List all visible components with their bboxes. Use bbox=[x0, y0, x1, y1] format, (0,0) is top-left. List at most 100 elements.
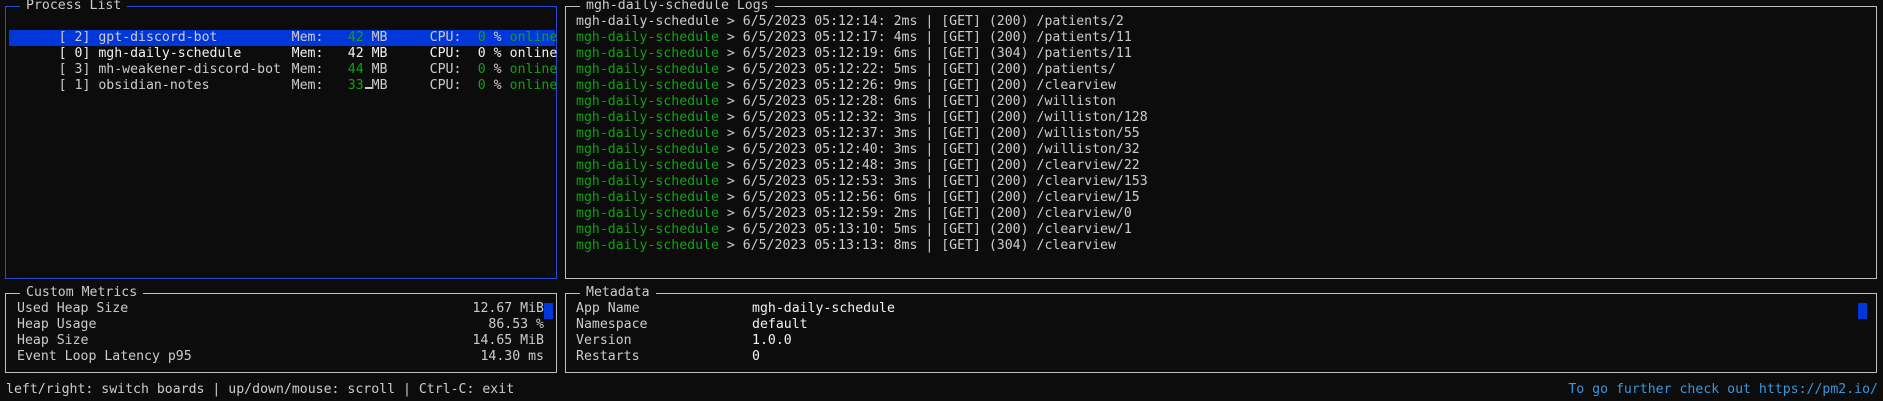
log-line: mgh-daily-schedule > 6/5/2023 05:12:17: … bbox=[576, 30, 1148, 46]
log-app-name: mgh-daily-schedule bbox=[576, 142, 719, 157]
log-app-name: mgh-daily-schedule bbox=[576, 46, 719, 61]
log-app-name: mgh-daily-schedule bbox=[576, 158, 719, 173]
log-app-name: mgh-daily-schedule bbox=[576, 126, 719, 141]
log-line: mgh-daily-schedule > 6/5/2023 05:12:48: … bbox=[576, 158, 1148, 174]
metric-value: 14.65 MiB bbox=[472, 333, 544, 348]
process-label: [ 1] obsidian-notes bbox=[58, 78, 210, 93]
log-app-name: mgh-daily-schedule bbox=[576, 62, 719, 77]
cpu-label: CPU: bbox=[429, 62, 462, 77]
metadata-row: App Name mgh-daily-schedule bbox=[576, 301, 895, 317]
cpu-unit: % bbox=[493, 78, 502, 93]
log-message: > 6/5/2023 05:12:48: 3ms | [GET] (200) /… bbox=[718, 158, 1140, 173]
log-message: > 6/5/2023 05:13:13: 8ms | [GET] (304) /… bbox=[718, 238, 1116, 253]
metric-label: Event Loop Latency p95 bbox=[17, 349, 192, 364]
log-line: mgh-daily-schedule > 6/5/2023 05:12:28: … bbox=[576, 94, 1148, 110]
log-message: > 6/5/2023 05:12:14: 2ms | [GET] (200) /… bbox=[718, 14, 1124, 29]
mem-unit: MB bbox=[371, 46, 388, 61]
metric-value: 14.30 ms bbox=[480, 349, 544, 364]
mem-label: Mem: bbox=[291, 46, 324, 61]
metric-row: Event Loop Latency p95 14.30 ms bbox=[17, 349, 544, 365]
cpu-unit: % bbox=[493, 30, 502, 45]
status-badge: online bbox=[509, 46, 558, 61]
custom-metrics-panel[interactable]: Custom Metrics Used Heap Size 12.67 MiB H… bbox=[5, 285, 557, 373]
log-line: mgh-daily-schedule > 6/5/2023 05:13:10: … bbox=[576, 222, 1148, 238]
log-message: > 6/5/2023 05:12:59: 2ms | [GET] (200) /… bbox=[718, 206, 1132, 221]
process-list-panel[interactable]: Process List [ 2] gpt-discord-bot Mem: 42 … bbox=[5, 0, 558, 279]
pm2-link[interactable]: To go further check out https://pm2.io/ bbox=[1568, 382, 1878, 398]
metadata-title: Metadata bbox=[580, 285, 656, 301]
log-app-name: mgh-daily-schedule bbox=[576, 190, 719, 205]
metadata-label: Namespace bbox=[576, 317, 648, 332]
status-badge: online bbox=[509, 30, 558, 45]
log-line: mgh-daily-schedule > 6/5/2023 05:12:19: … bbox=[576, 46, 1148, 62]
log-app-name: mgh-daily-schedule bbox=[576, 14, 719, 29]
log-line: mgh-daily-schedule > 6/5/2023 05:12:32: … bbox=[576, 110, 1148, 126]
cpu-label: CPU: bbox=[429, 30, 462, 45]
metric-row: Heap Usage 86.53 % bbox=[17, 317, 544, 333]
metadata-value: 1.0.0 bbox=[752, 333, 792, 348]
mem-unit: MB bbox=[371, 62, 388, 77]
process-row-2[interactable]: [ 2] gpt-discord-bot Mem: 42 MB CPU: 0 % onli… bbox=[9, 14, 558, 45]
custom-metrics-title: Custom Metrics bbox=[20, 285, 144, 301]
log-app-name: mgh-daily-schedule bbox=[576, 206, 719, 221]
log-app-name: mgh-daily-schedule bbox=[576, 78, 719, 93]
metadata-value: 0 bbox=[752, 349, 760, 364]
log-line: mgh-daily-schedule > 6/5/2023 05:12:14: … bbox=[576, 14, 1148, 30]
mem-unit: MB bbox=[371, 30, 388, 45]
mem-label: Mem: bbox=[291, 78, 324, 93]
log-message: > 6/5/2023 05:12:56: 6ms | [GET] (200) /… bbox=[718, 190, 1140, 205]
metric-row: Used Heap Size 12.67 MiB bbox=[17, 301, 544, 317]
process-list-title: Process List bbox=[20, 0, 128, 14]
log-line: mgh-daily-schedule > 6/5/2023 05:12:37: … bbox=[576, 126, 1148, 142]
log-app-name: mgh-daily-schedule bbox=[576, 110, 719, 125]
log-line: mgh-daily-schedule > 6/5/2023 05:12:56: … bbox=[576, 190, 1148, 206]
status-badge: online bbox=[509, 78, 558, 93]
mem-value: 33 bbox=[347, 78, 364, 93]
mem-label: Mem: bbox=[291, 62, 324, 77]
log-line: mgh-daily-schedule > 6/5/2023 05:12:59: … bbox=[576, 206, 1148, 222]
metadata-scrollbar[interactable] bbox=[1858, 303, 1867, 319]
metadata-label: Restarts bbox=[576, 349, 640, 364]
metadata-label: Version bbox=[576, 333, 632, 348]
log-line: mgh-daily-schedule > 6/5/2023 05:12:40: … bbox=[576, 142, 1148, 158]
log-message: > 6/5/2023 05:12:19: 6ms | [GET] (304) /… bbox=[718, 46, 1132, 61]
cpu-label: CPU: bbox=[429, 46, 462, 61]
process-label: [ 2] gpt-discord-bot bbox=[58, 30, 218, 45]
log-line: mgh-daily-schedule > 6/5/2023 05:13:13: … bbox=[576, 238, 1148, 254]
metadata-panel[interactable]: Metadata App Name mgh-daily-schedule Name… bbox=[565, 285, 1877, 373]
log-message: > 6/5/2023 05:12:37: 3ms | [GET] (200) /… bbox=[718, 126, 1140, 141]
logs-panel[interactable]: mgh-daily-schedule Logs mgh-daily-schedu… bbox=[565, 0, 1877, 279]
log-app-name: mgh-daily-schedule bbox=[576, 222, 719, 237]
metadata-label: App Name bbox=[576, 301, 640, 316]
metadata-value: default bbox=[752, 317, 808, 332]
cpu-value: 0 bbox=[477, 30, 486, 45]
metadata-value: mgh-daily-schedule bbox=[752, 301, 895, 316]
metric-label: Used Heap Size bbox=[17, 301, 129, 316]
logs-title: mgh-daily-schedule Logs bbox=[580, 0, 775, 14]
mem-value: 44 bbox=[347, 62, 364, 77]
log-lines[interactable]: mgh-daily-schedule > 6/5/2023 05:12:14: … bbox=[576, 14, 1148, 254]
log-line: mgh-daily-schedule > 6/5/2023 05:12:22: … bbox=[576, 62, 1148, 78]
log-app-name: mgh-daily-schedule bbox=[576, 174, 719, 189]
mem-label: Mem: bbox=[291, 30, 324, 45]
metric-label: Heap Usage bbox=[17, 317, 97, 332]
custom-metrics-scrollbar[interactable] bbox=[544, 303, 553, 319]
help-bar: left/right: switch boards | up/down/mous… bbox=[6, 382, 515, 397]
text-cursor bbox=[364, 87, 372, 89]
log-app-name: mgh-daily-schedule bbox=[576, 238, 719, 253]
status-badge: online bbox=[509, 62, 558, 77]
log-message: > 6/5/2023 05:12:53: 3ms | [GET] (200) /… bbox=[718, 174, 1148, 189]
process-label: [ 3] mh-weakener-discord-bot bbox=[58, 62, 281, 77]
metric-value: 12.67 MiB bbox=[472, 301, 544, 316]
log-message: > 6/5/2023 05:12:22: 5ms | [GET] (200) /… bbox=[718, 62, 1116, 77]
metadata-row: Version 1.0.0 bbox=[576, 333, 895, 349]
process-label: [ 0] mgh-daily-schedule bbox=[58, 46, 242, 61]
mem-value: 42 bbox=[347, 46, 364, 61]
metadata-row: Restarts 0 bbox=[576, 349, 895, 365]
cpu-label: CPU: bbox=[429, 78, 462, 93]
metadata-row: Namespace default bbox=[576, 317, 895, 333]
mem-unit: MB bbox=[371, 78, 388, 93]
log-message: > 6/5/2023 05:12:17: 4ms | [GET] (200) /… bbox=[718, 30, 1132, 45]
log-app-name: mgh-daily-schedule bbox=[576, 94, 719, 109]
log-app-name: mgh-daily-schedule bbox=[576, 30, 719, 45]
